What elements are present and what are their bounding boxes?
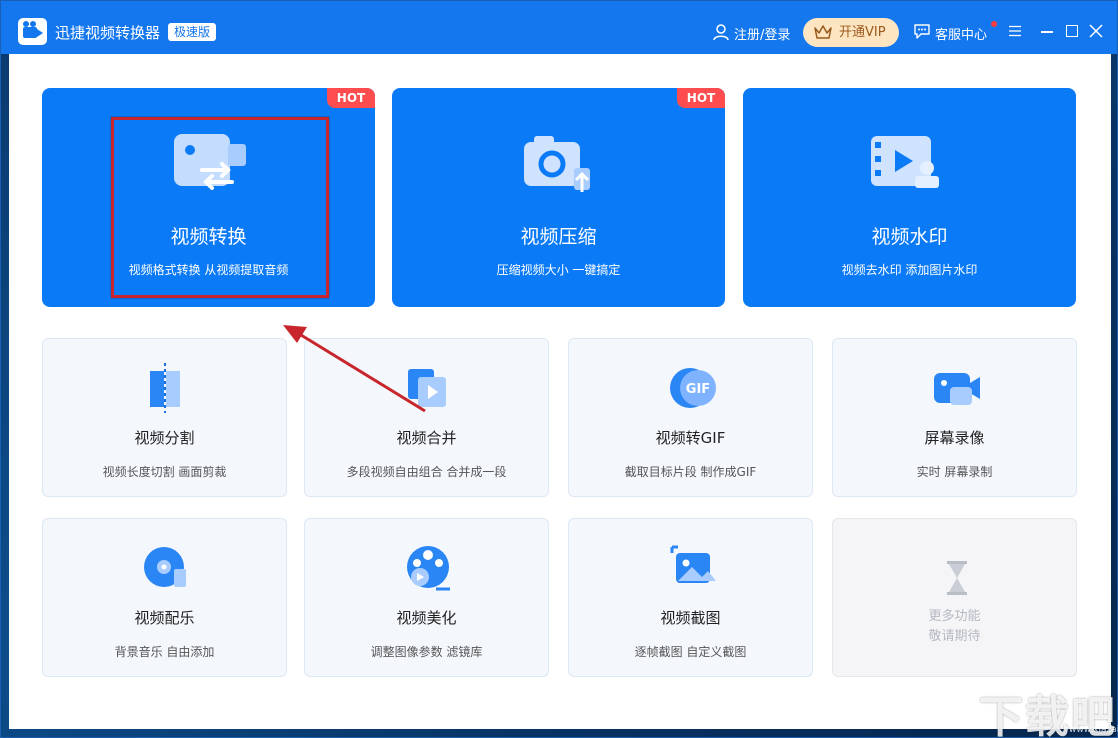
video-watermark-card[interactable]: 视频水印 视频去水印 添加图片水印 <box>743 88 1076 307</box>
site-watermark-url: www.xiazaiba.com <box>1069 725 1118 735</box>
video-split-icon <box>150 363 180 413</box>
crown-icon <box>814 25 832 39</box>
screen-record-card[interactable]: 屏幕录像 实时 屏幕录制 <box>832 338 1077 497</box>
card-desc: 截取目标片段 制作成GIF <box>624 465 757 479</box>
hot-badge: HOT <box>677 88 725 108</box>
video-compress-card[interactable]: HOT 视频压缩 压缩视频大小 一键搞定 <box>392 88 725 307</box>
music-disc-icon <box>144 547 186 587</box>
screen-record-icon <box>934 373 980 405</box>
app-logo-icon <box>18 18 47 45</box>
card-title: 视频配乐 <box>134 609 195 627</box>
edition-badge: 极速版 <box>168 23 217 41</box>
app-window: 迅捷视频转换器 极速版 注册/登录 开通VIP 客服中心 HOT 视频转换 视频… <box>0 0 1118 738</box>
card-title: 视频转GIF <box>655 429 726 447</box>
chat-bubble-icon[interactable] <box>913 22 931 40</box>
menu-icon[interactable] <box>1009 25 1021 37</box>
maximize-icon[interactable] <box>1066 25 1078 37</box>
card-title: 屏幕录像 <box>924 429 985 447</box>
customer-service-link[interactable]: 客服中心 <box>935 24 987 43</box>
film-reel-icon <box>407 546 450 591</box>
notification-dot <box>991 21 997 27</box>
video-screenshot-card[interactable]: 视频截图 逐帧截图 自定义截图 <box>568 518 813 677</box>
card-title: 视频美化 <box>396 609 457 627</box>
app-title: 迅捷视频转换器 <box>55 24 161 42</box>
video-split-card[interactable]: 视频分割 视频长度切割 画面剪裁 <box>42 338 287 497</box>
screenshot-image-icon <box>670 545 716 583</box>
video-to-gif-card[interactable]: GIF 视频转GIF 截取目标片段 制作成GIF <box>568 338 813 497</box>
close-icon[interactable] <box>1089 24 1103 38</box>
video-beautify-card[interactable]: 视频美化 调整图像参数 滤镜库 <box>304 518 549 677</box>
video-compress-icon <box>524 136 590 192</box>
video-watermark-icon <box>871 136 939 188</box>
card-title: 更多功能 <box>928 609 981 624</box>
title-bar: 迅捷视频转换器 极速版 注册/登录 开通VIP 客服中心 <box>1 1 1117 54</box>
card-title: 视频压缩 <box>520 226 597 248</box>
minimize-icon[interactable] <box>1041 31 1053 33</box>
card-desc: 敬请期待 <box>928 629 981 644</box>
video-merge-card[interactable]: 视频合并 多段视频自由组合 合并成一段 <box>304 338 549 497</box>
hot-badge: HOT <box>327 88 375 108</box>
card-desc: 视频长度切割 画面剪裁 <box>102 465 227 479</box>
card-title: 视频水印 <box>871 226 948 248</box>
open-vip-button[interactable]: 开通VIP <box>803 18 899 47</box>
card-desc: 压缩视频大小 一键搞定 <box>496 263 621 277</box>
card-desc: 视频去水印 添加图片水印 <box>841 263 978 277</box>
video-music-card[interactable]: 视频配乐 背景音乐 自由添加 <box>42 518 287 677</box>
login-register-link[interactable]: 注册/登录 <box>734 24 790 43</box>
card-desc: 调整图像参数 滤镜库 <box>370 645 483 659</box>
card-desc: 背景音乐 自由添加 <box>114 645 215 659</box>
card-desc: 多段视频自由组合 合并成一段 <box>346 465 507 479</box>
vip-button-label: 开通VIP <box>839 25 886 40</box>
card-desc: 实时 屏幕录制 <box>916 465 993 479</box>
gif-icon: GIF <box>670 368 716 408</box>
highlight-box <box>111 117 329 298</box>
card-title: 视频截图 <box>660 609 721 627</box>
video-merge-icon <box>408 369 446 407</box>
gif-icon-text: GIF <box>686 382 710 397</box>
hourglass-icon <box>947 561 967 595</box>
user-icon[interactable] <box>712 23 730 41</box>
more-features-card: 更多功能 敬请期待 <box>832 518 1077 677</box>
card-title: 视频合并 <box>396 429 457 447</box>
card-desc: 逐帧截图 自定义截图 <box>634 645 747 659</box>
card-title: 视频分割 <box>134 429 195 447</box>
